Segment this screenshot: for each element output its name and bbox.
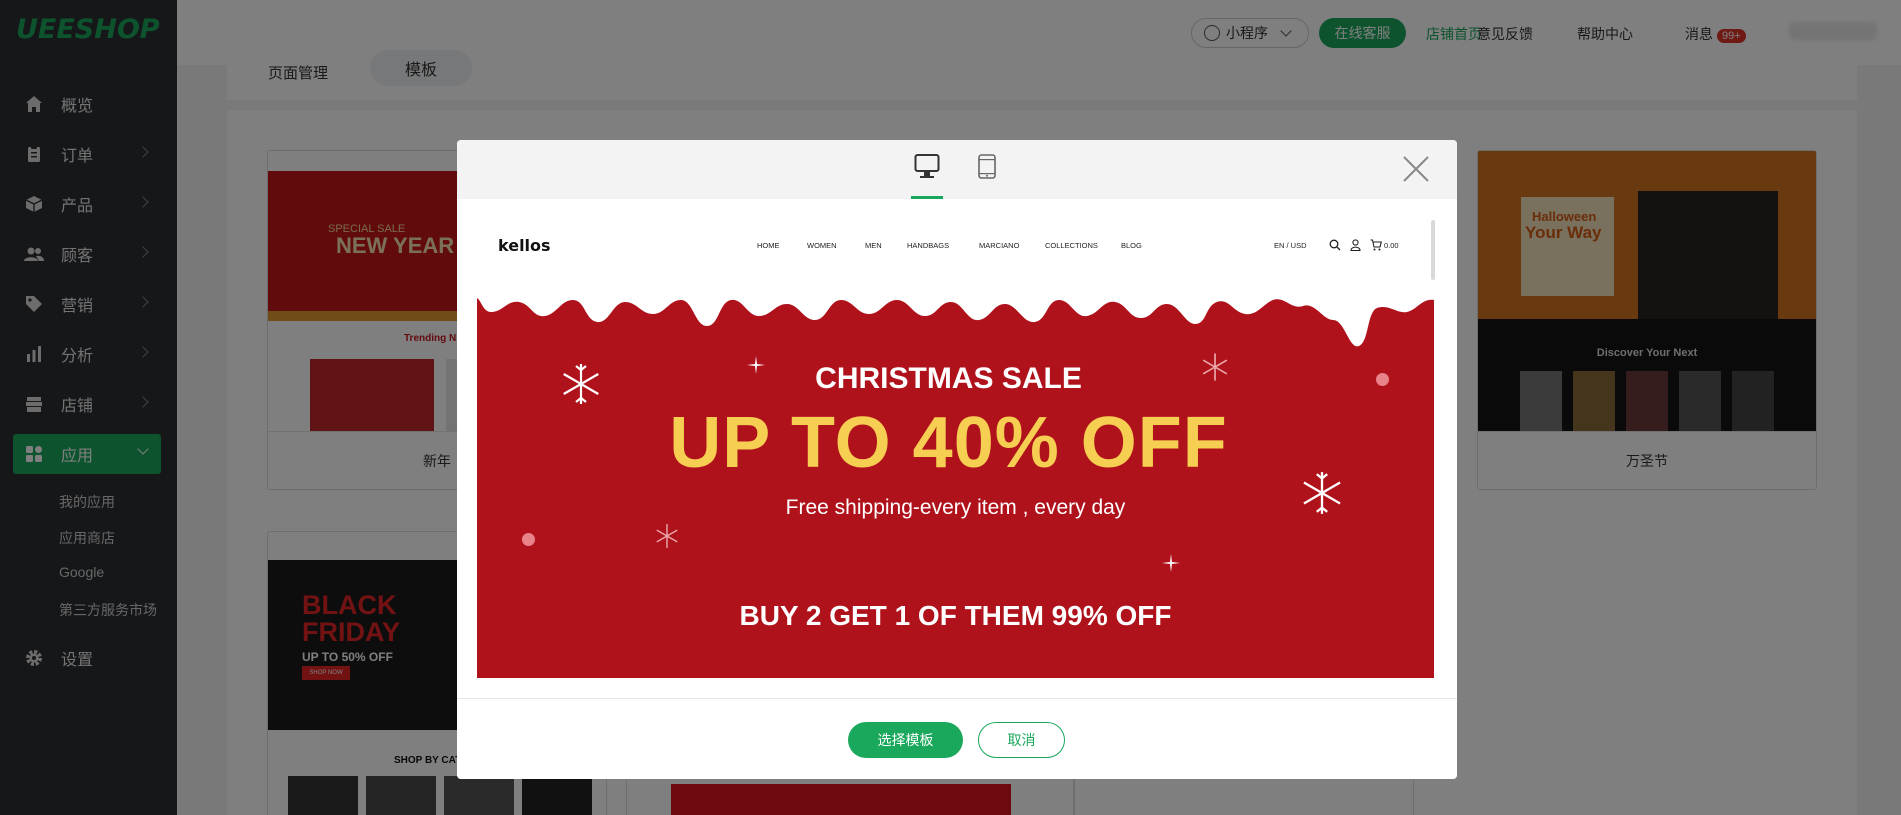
sparkle-icon: [747, 356, 765, 379]
banner-subtitle: Free shipping-every item , every day: [785, 496, 1126, 519]
preview-scrollbar[interactable]: [1431, 220, 1435, 280]
cancel-button[interactable]: 取消: [978, 722, 1065, 758]
active-device-indicator: [911, 196, 943, 199]
snowflake-icon: [1200, 352, 1230, 387]
preview-nav-blog: BLOG: [1121, 241, 1142, 250]
preview-nav-women: WOMEN: [807, 241, 837, 250]
banner-offer: BUY 2 GET 1 OF THEM 99% OFF: [739, 600, 1172, 631]
close-icon[interactable]: [1401, 154, 1431, 184]
snowflake-icon: [654, 523, 680, 554]
decor-dot: [1376, 373, 1389, 386]
preview-nav-marciano: MARCIANO: [979, 241, 1020, 250]
user-icon: [1350, 238, 1361, 256]
preview-cart-total: 0.00: [1384, 241, 1399, 250]
mobile-icon[interactable]: [974, 153, 1000, 184]
banner-headline: CHRISTMAS SALE: [815, 362, 1082, 395]
preview-nav-men: MEN: [865, 241, 882, 250]
preview-nav-home: HOME: [757, 241, 780, 250]
snowflake-icon: [559, 362, 603, 411]
snowflake-icon: [1299, 470, 1345, 521]
preview-nav-collections: COLLECTIONS: [1045, 241, 1098, 250]
snow-drip-decoration: [477, 290, 1434, 347]
desktop-icon[interactable]: [910, 153, 944, 184]
template-preview[interactable]: kellos HOME WOMEN MEN HANDBAGS MARCIANO …: [477, 200, 1434, 678]
banner-discount: UP TO 40% OFF: [669, 403, 1228, 483]
cart-icon: [1370, 238, 1383, 256]
modal-footer: 选择模板 取消: [457, 698, 1457, 779]
preview-lang-currency: EN / USD: [1274, 241, 1307, 250]
search-icon: [1329, 238, 1341, 256]
decor-dot: [522, 533, 535, 546]
select-template-button[interactable]: 选择模板: [848, 722, 963, 758]
preview-site-logo: kellos: [498, 236, 551, 255]
sparkle-icon: [1162, 554, 1180, 577]
preview-site-header: kellos HOME WOMEN MEN HANDBAGS MARCIANO …: [477, 200, 1434, 292]
template-preview-modal: kellos HOME WOMEN MEN HANDBAGS MARCIANO …: [457, 140, 1457, 779]
preview-nav-handbags: HANDBAGS: [907, 241, 950, 250]
modal-header: [457, 140, 1457, 199]
preview-hero-banner: CHRISTMAS SALE UP TO 40% OFF Free shippi…: [477, 290, 1434, 678]
